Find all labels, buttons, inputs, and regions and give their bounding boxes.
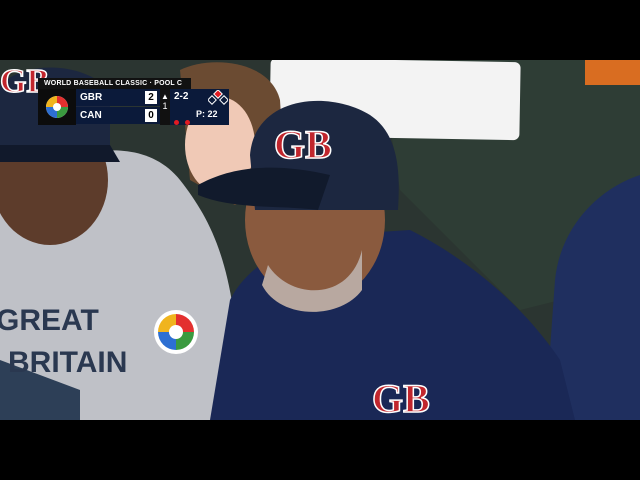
outs-indicator — [174, 112, 192, 130]
hoodie-text-line2: BRITAIN — [8, 346, 127, 379]
home-team-row: CAN 0 — [76, 107, 160, 124]
wbc-patch-icon — [154, 310, 198, 354]
inning-number: 1 — [162, 101, 168, 111]
out-dot-icon — [185, 120, 191, 125]
home-team-score: 0 — [145, 109, 157, 122]
event-title: WORLD BASEBALL CLASSIC · POOL C — [38, 78, 191, 89]
pitch-count: P: 22 — [196, 109, 218, 119]
game-state: 2-2 P: 22 — [170, 89, 229, 125]
away-team-row: GBR 2 — [76, 89, 160, 106]
letterbox-top — [0, 0, 640, 60]
left-player-cap-brim — [0, 145, 120, 162]
home-team-name: CAN — [80, 110, 102, 121]
away-team-name: GBR — [80, 92, 103, 103]
base-diamond-icon — [208, 90, 228, 105]
coach-cap-logo-icon: GB — [274, 122, 332, 167]
out-dot-icon — [174, 120, 179, 125]
hoodie-text-line1: GREAT — [0, 304, 99, 337]
letterbox-bottom — [0, 420, 640, 480]
orange-object — [585, 60, 640, 85]
ball-strike-count: 2-2 — [174, 91, 189, 102]
top-inning-arrow-icon: ▲ — [161, 92, 169, 101]
away-team-score: 2 — [145, 91, 157, 104]
wbc-logo-icon — [38, 89, 76, 125]
score-bug: WORLD BASEBALL CLASSIC · POOL C GBR 2 CA… — [38, 78, 229, 125]
inning-indicator: ▲ 1 — [160, 89, 170, 125]
coach-jacket-logo-icon: GB — [372, 376, 430, 420]
